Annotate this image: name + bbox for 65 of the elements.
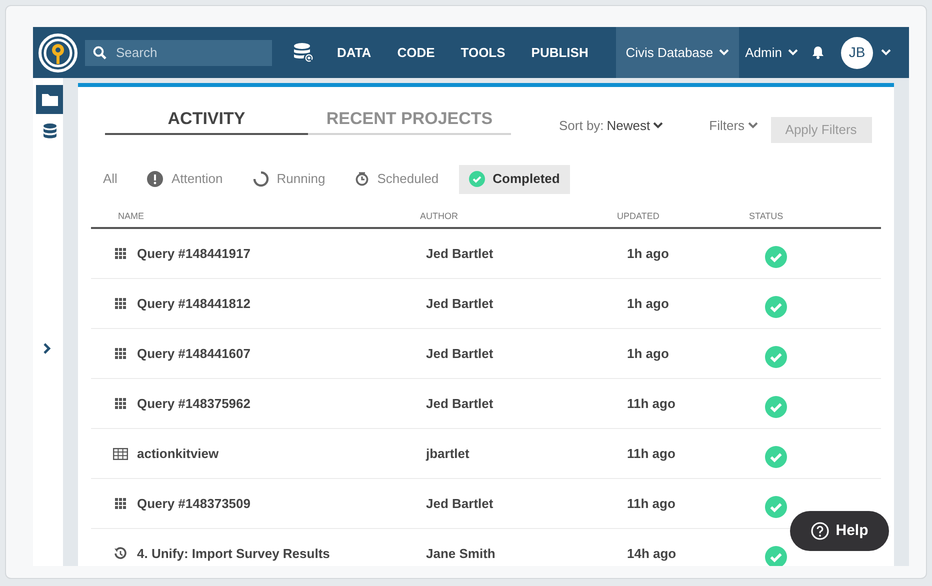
nav-link[interactable]: TOOLS [460,42,506,62]
search-field[interactable]: Search [85,40,272,66]
help-button[interactable]: Help [790,511,889,551]
status-filter[interactable]: All [93,164,128,194]
chevron-down-icon [788,49,798,56]
author-cell-text: Jed Bartlet [425,244,494,263]
spinner-icon [252,171,269,187]
status-filter[interactable]: Scheduled [345,164,449,194]
name-cell-text: Query #148441917 [137,244,250,263]
grid-icon [113,398,128,409]
grid-icon [113,498,128,509]
nav-link[interactable]: CODE [397,42,435,62]
name-cell-text: Query #148373509 [137,494,250,513]
author-cell-text: jbartlet [424,444,470,463]
updated-cell-text: 14h ago [626,544,678,563]
author-cell-text: Jed Bartlet [425,394,494,413]
sort-dropdown[interactable]: Sort by: Newest [559,116,664,136]
grid-icon [113,248,128,259]
table-icon [113,448,128,460]
updated-cell-text: 11h ago [626,444,676,463]
column-header: AUTHOR [420,210,459,222]
author-cell-text: Jed Bartlet [425,494,494,513]
updated-cell-text: 11h ago [626,394,676,413]
tab[interactable]: ACTIVITY [105,106,308,134]
exclamation-icon [147,171,164,187]
status-filter[interactable]: Completed [458,164,570,194]
database-search-icon[interactable] [292,40,316,64]
clock-arrow-icon [113,547,128,560]
column-header: NAME [117,210,146,222]
clock-icon [355,172,370,186]
chevron-down-icon [653,122,664,130]
status-filter[interactable]: Attention [137,164,233,194]
column-header: UPDATED [617,210,660,222]
name-cell-text: actionkitview [137,444,219,463]
database-selector[interactable]: Civis Database [616,27,740,78]
chevron-down-icon [719,49,730,56]
updated-cell-text: 1h ago [626,244,670,263]
column-header: STATUS [749,210,784,222]
author-cell-text: Jane Smith [425,544,496,563]
name-cell-text: 4. Unify: Import Survey Results [137,544,330,563]
grid-icon [113,298,128,309]
updated-cell-text: 1h ago [626,344,670,363]
status-filter[interactable]: Running [242,164,336,194]
filters-dropdown[interactable]: Filters [709,116,758,136]
search-icon [93,46,107,60]
nav-link[interactable]: DATA [337,42,372,62]
name-cell-text: Query #148441607 [137,344,250,363]
updated-cell-text: 11h ago [626,494,676,513]
name-cell-text: Query #148441812 [137,294,250,313]
nav-link[interactable]: PUBLISH [531,42,588,62]
question-icon [810,522,829,540]
author-cell-text: Jed Bartlet [425,294,494,313]
grid-icon [113,348,128,359]
folder-icon[interactable] [36,85,63,114]
logo-icon[interactable] [37,32,79,74]
admin-menu[interactable]: Admin [745,42,798,62]
bell-icon[interactable] [812,46,824,59]
chevron-down-icon [881,49,891,56]
avatar[interactable]: JB [841,36,873,68]
chevron-down-icon [748,122,758,130]
author-cell-text: Jed Bartlet [425,344,494,363]
check-circle-icon [468,171,485,187]
name-cell-text: Query #148375962 [137,394,250,413]
updated-cell-text: 1h ago [626,294,670,313]
chevron-right-icon[interactable] [43,343,51,354]
